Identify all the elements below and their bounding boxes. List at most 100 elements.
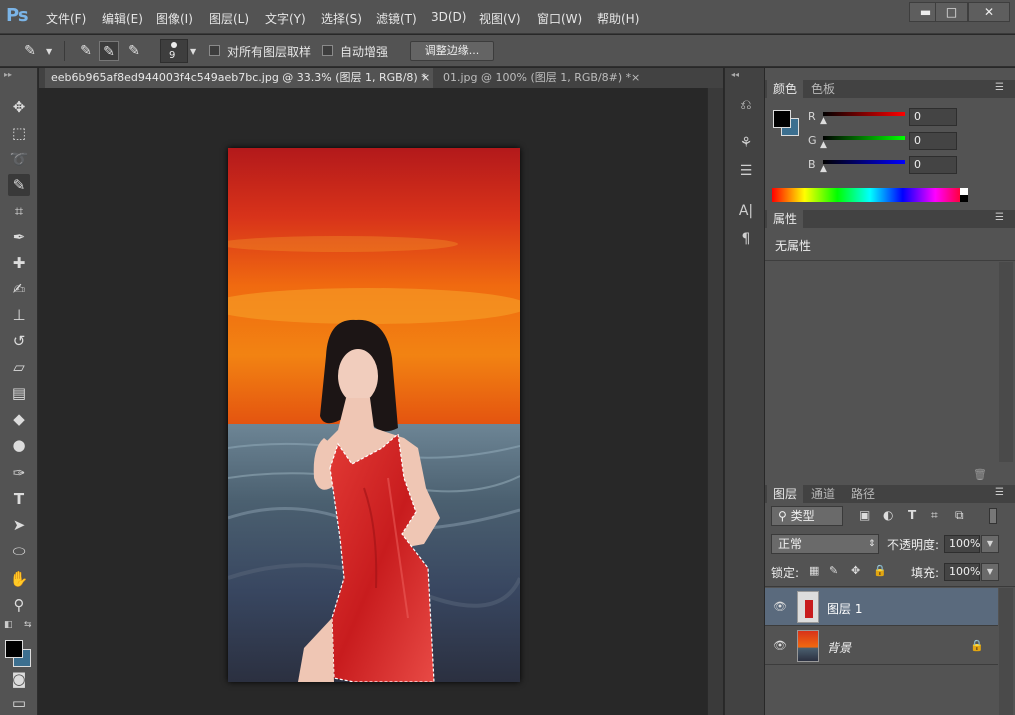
spectrum-white-swatch[interactable] bbox=[960, 188, 968, 195]
menu-file[interactable]: 文件(F) bbox=[46, 10, 86, 27]
preset-dropdown-arrow-icon[interactable]: ▼ bbox=[46, 47, 52, 56]
tab-close-icon[interactable]: × bbox=[421, 68, 430, 88]
blend-mode-dropdown[interactable]: 正常 ⇕ bbox=[771, 534, 879, 554]
quick-selection-tool-preset-icon[interactable]: ✎ bbox=[20, 41, 40, 61]
tab-paths[interactable]: 路径 bbox=[845, 485, 881, 503]
tab-layers[interactable]: 图层 bbox=[767, 485, 804, 503]
channel-g-input[interactable]: 0 bbox=[909, 132, 957, 150]
marquee-tool-icon[interactable]: ⬚ bbox=[8, 122, 30, 144]
clone-stamp-tool-icon[interactable]: ⊥ bbox=[8, 304, 30, 326]
spectrum-black-swatch[interactable] bbox=[960, 195, 968, 202]
collapse-toolbar-icon[interactable]: ▸▸ bbox=[4, 70, 12, 79]
tab-close-icon[interactable]: × bbox=[631, 68, 640, 88]
paragraph-panel-icon[interactable]: ¶ bbox=[735, 228, 757, 250]
menu-view[interactable]: 视图(V) bbox=[479, 10, 521, 27]
default-colors-icon[interactable]: ◧ bbox=[4, 620, 13, 630]
layer-filter-dropdown[interactable]: ⚲ 类型 bbox=[771, 506, 843, 526]
refine-edge-button[interactable]: 调整边缘... bbox=[410, 41, 494, 61]
channel-b-input[interactable]: 0 bbox=[909, 156, 957, 174]
move-tool-icon[interactable]: ✥ bbox=[8, 96, 30, 118]
filter-toggle-switch[interactable] bbox=[989, 508, 997, 524]
brush-dropdown-arrow-icon[interactable]: ▼ bbox=[190, 47, 196, 56]
document-canvas[interactable] bbox=[228, 148, 520, 682]
hand-tool-icon[interactable]: ✋ bbox=[8, 568, 30, 590]
crop-tool-icon[interactable]: ⌗ bbox=[8, 200, 30, 222]
expand-panels-icon[interactable]: ◂◂ bbox=[731, 70, 739, 79]
menu-edit[interactable]: 编辑(E) bbox=[102, 10, 143, 27]
character-panel-icon[interactable]: A| bbox=[735, 200, 757, 222]
slider-handle-icon[interactable]: ▲ bbox=[820, 164, 827, 174]
channel-r-slider[interactable] bbox=[823, 112, 905, 116]
vertical-scrollbar[interactable] bbox=[707, 88, 723, 715]
lock-position-icon[interactable]: ✥ bbox=[851, 564, 860, 577]
properties-scrollbar[interactable] bbox=[999, 262, 1013, 462]
menu-help[interactable]: 帮助(H) bbox=[597, 10, 639, 27]
channel-r-input[interactable]: 0 bbox=[909, 108, 957, 126]
brush-size-picker[interactable]: 9 bbox=[160, 39, 188, 63]
filter-smart-object-icon[interactable]: ⧉ bbox=[955, 508, 964, 523]
path-selection-tool-icon[interactable]: ➤ bbox=[8, 514, 30, 536]
eyedropper-tool-icon[interactable]: ✒ bbox=[8, 226, 30, 248]
panel-menu-icon[interactable]: ☰ bbox=[995, 82, 1004, 93]
eraser-tool-icon[interactable]: ▱ bbox=[8, 356, 30, 378]
layer-name[interactable]: 背景 bbox=[827, 639, 851, 656]
tab-channels[interactable]: 通道 bbox=[805, 485, 841, 503]
lock-transparent-icon[interactable]: ▦ bbox=[809, 564, 819, 577]
subtract-from-selection-icon[interactable]: ✎ bbox=[124, 41, 144, 61]
filter-shape-icon[interactable]: ⌗ bbox=[931, 508, 938, 523]
quick-mask-icon[interactable]: ◙ bbox=[8, 668, 30, 690]
lasso-tool-icon[interactable]: ➰ bbox=[8, 148, 30, 170]
lock-image-icon[interactable]: ✎ bbox=[829, 564, 838, 577]
menu-image[interactable]: 图像(I) bbox=[156, 10, 193, 27]
menu-select[interactable]: 选择(S) bbox=[321, 10, 362, 27]
auto-enhance-checkbox[interactable] bbox=[322, 45, 333, 56]
slider-handle-icon[interactable]: ▲ bbox=[820, 140, 827, 150]
maximize-button[interactable]: □ bbox=[935, 2, 968, 22]
color-spectrum-bar[interactable] bbox=[772, 188, 968, 202]
filter-type-icon[interactable]: T bbox=[908, 508, 916, 522]
visibility-eye-icon[interactable]: 👁 bbox=[773, 639, 787, 652]
layer-row-background[interactable]: 👁 背景 🔒 bbox=[765, 627, 998, 665]
swap-colors-icon[interactable]: ⇆ bbox=[24, 620, 32, 630]
opacity-dropdown-arrow-icon[interactable]: ▼ bbox=[981, 535, 999, 553]
screen-mode-icon[interactable]: ▭ bbox=[8, 692, 30, 714]
adjustments-icon[interactable]: ☰ bbox=[735, 160, 757, 182]
menu-3d[interactable]: 3D(D) bbox=[431, 10, 466, 24]
add-to-selection-icon[interactable]: ✎ bbox=[99, 41, 119, 61]
panel-menu-icon[interactable]: ☰ bbox=[995, 487, 1004, 498]
visibility-eye-icon[interactable]: 👁 bbox=[773, 600, 787, 613]
fill-input[interactable]: 100% bbox=[944, 563, 980, 581]
slider-handle-icon[interactable]: ▲ bbox=[820, 116, 827, 126]
pen-tool-icon[interactable]: ✑ bbox=[8, 462, 30, 484]
history-brush-tool-icon[interactable]: ↺ bbox=[8, 330, 30, 352]
sample-all-layers-checkbox[interactable] bbox=[209, 45, 220, 56]
filter-pixel-icon[interactable]: ▣ bbox=[859, 508, 870, 522]
ellipse-tool-icon[interactable]: ⬭ bbox=[8, 540, 30, 562]
layer-name[interactable]: 图层 1 bbox=[827, 600, 862, 617]
layer-row-layer-1[interactable]: 👁 图层 1 bbox=[765, 588, 998, 626]
menu-layer[interactable]: 图层(L) bbox=[209, 10, 249, 27]
trash-icon[interactable]: 🗑 bbox=[973, 468, 987, 481]
filter-adjustment-icon[interactable]: ◐ bbox=[883, 508, 893, 522]
foreground-color-swatch[interactable] bbox=[5, 640, 23, 658]
history-panel-icon[interactable]: ⎌ bbox=[735, 94, 757, 116]
zoom-tool-icon[interactable]: ⚲ bbox=[8, 594, 30, 616]
tab-document-1[interactable]: eeb6b965af8ed944003f4c549aeb7bc.jpg @ 33… bbox=[45, 68, 433, 88]
menu-type[interactable]: 文字(Y) bbox=[265, 10, 306, 27]
panel-menu-icon[interactable]: ☰ bbox=[995, 212, 1004, 223]
new-selection-icon[interactable]: ✎ bbox=[76, 41, 96, 61]
menu-filter[interactable]: 滤镜(T) bbox=[376, 10, 417, 27]
layers-scrollbar[interactable] bbox=[999, 588, 1013, 715]
brush-presets-icon[interactable]: ⚘ bbox=[735, 132, 757, 154]
tab-color[interactable]: 颜色 bbox=[767, 80, 804, 98]
tab-swatches[interactable]: 色板 bbox=[805, 80, 841, 98]
close-button[interactable]: ✕ bbox=[968, 2, 1010, 22]
healing-brush-tool-icon[interactable]: ✚ bbox=[8, 252, 30, 274]
channel-g-slider[interactable] bbox=[823, 136, 905, 140]
menu-window[interactable]: 窗口(W) bbox=[537, 10, 582, 27]
blur-tool-icon[interactable]: ◆ bbox=[8, 408, 30, 430]
fill-dropdown-arrow-icon[interactable]: ▼ bbox=[981, 563, 999, 581]
type-tool-icon[interactable]: T bbox=[8, 488, 30, 510]
brush-tool-icon[interactable]: ✍ bbox=[8, 278, 30, 300]
lock-all-icon[interactable]: 🔒 bbox=[873, 564, 887, 577]
